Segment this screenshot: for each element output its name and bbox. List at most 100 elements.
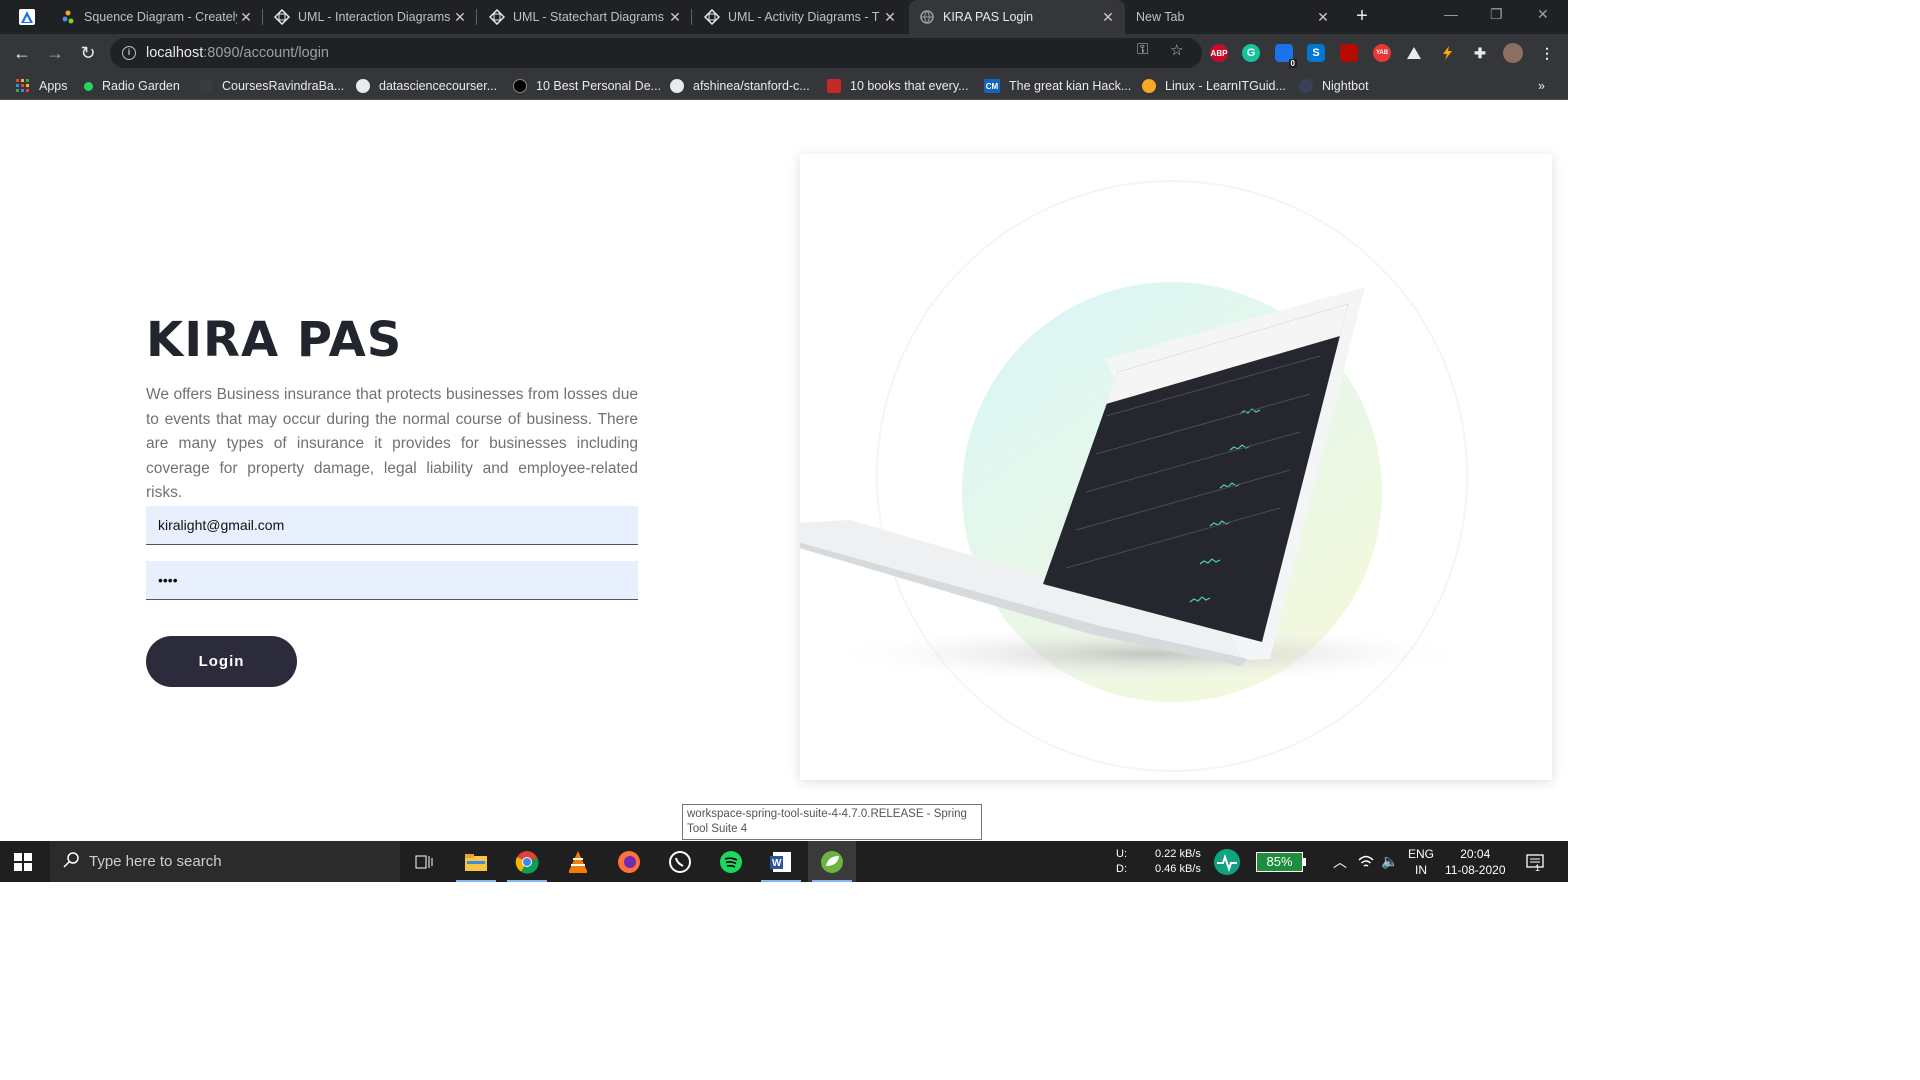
menu-kebab-icon[interactable]: ⋮ bbox=[1538, 44, 1556, 62]
volume-icon[interactable]: 🔈 bbox=[1381, 841, 1398, 882]
whatsapp-icon[interactable] bbox=[656, 841, 704, 882]
login-button[interactable]: Login bbox=[146, 636, 297, 687]
youtube-adblock-icon[interactable]: YAB bbox=[1373, 44, 1391, 62]
forward-button[interactable]: → bbox=[44, 42, 66, 64]
bookmark-10-best[interactable]: 10 Best Personal De... bbox=[513, 77, 661, 95]
close-icon[interactable]: ✕ bbox=[1314, 9, 1332, 26]
close-icon[interactable]: ✕ bbox=[451, 9, 469, 26]
battery-indicator[interactable]: 85% bbox=[1256, 841, 1306, 882]
restore-button[interactable]: ❐ bbox=[1490, 6, 1503, 23]
bookmark-label: datasciencecourser... bbox=[379, 79, 498, 93]
net-up-value: 0.22 kB/s bbox=[1155, 847, 1201, 860]
tab-kira-pas-login[interactable]: KIRA PAS Login ✕ bbox=[909, 0, 1125, 34]
login-page: KIRA PAS We offers Business insurance th… bbox=[0, 100, 1568, 841]
tab-separator bbox=[691, 9, 692, 25]
uml-icon bbox=[489, 9, 505, 25]
language-indicator[interactable]: ENG IN bbox=[1408, 841, 1434, 882]
tab-title: KIRA PAS Login bbox=[943, 10, 1034, 24]
close-window-button[interactable]: ✕ bbox=[1537, 6, 1549, 23]
taskbar-search-input[interactable]: Type here to search bbox=[50, 841, 400, 882]
bookmark-afshinea[interactable]: afshinea/stanford-c... bbox=[670, 77, 810, 95]
back-button[interactable]: ← bbox=[11, 42, 33, 64]
spotify-icon[interactable] bbox=[707, 841, 755, 882]
badge-count: 0 bbox=[1288, 59, 1297, 68]
net-up-label: U: bbox=[1116, 847, 1127, 860]
new-tab-button[interactable]: + bbox=[1352, 6, 1372, 26]
wifi-icon[interactable] bbox=[1358, 841, 1374, 882]
key-icon[interactable]: ⚿ bbox=[1137, 41, 1148, 58]
laptop-illustration bbox=[740, 180, 1480, 772]
bookmark-courses[interactable]: CoursesRavindraBa... bbox=[199, 77, 344, 95]
nightbot-icon bbox=[1299, 79, 1313, 93]
search-icon bbox=[63, 851, 79, 872]
url-text: localhost:8090/account/login bbox=[146, 45, 329, 61]
chrome-taskbar-icon[interactable] bbox=[503, 841, 551, 882]
extensions-puzzle-icon[interactable]: ✚ bbox=[1471, 44, 1489, 62]
bookmark-10-books[interactable]: 10 books that every... bbox=[827, 77, 969, 95]
password-field[interactable]: •••• bbox=[146, 561, 638, 600]
globe-icon bbox=[919, 9, 935, 25]
creately-icon bbox=[60, 9, 76, 25]
minimize-button[interactable]: — bbox=[1444, 6, 1458, 22]
browser-tab-strip: Squence Diagram - Creately ✕ UML - Inter… bbox=[0, 0, 1568, 34]
close-icon[interactable]: ✕ bbox=[237, 9, 255, 26]
apps-grid-icon bbox=[16, 79, 30, 93]
bookmark-nightbot[interactable]: Nightbot bbox=[1299, 77, 1369, 95]
skype-icon[interactable]: S bbox=[1307, 44, 1325, 62]
bookmarks-bar: Apps Radio Garden CoursesRavindraBa... d… bbox=[0, 72, 1568, 100]
reload-button[interactable]: ↻ bbox=[77, 42, 99, 64]
bookmark-label: Linux - LearnITGuid... bbox=[1165, 79, 1286, 93]
bookmark-datascience[interactable]: datasciencecourser... bbox=[356, 77, 497, 95]
activity-monitor-icon[interactable] bbox=[1213, 841, 1241, 882]
pdf-icon[interactable] bbox=[1340, 44, 1358, 62]
more-bookmarks-button[interactable]: » bbox=[1538, 77, 1545, 95]
cm-icon: CM bbox=[984, 79, 1000, 93]
spring-tool-suite-icon[interactable] bbox=[808, 841, 856, 882]
notification-center-icon[interactable]: 1 bbox=[1526, 841, 1544, 882]
clock-time: 20:04 bbox=[1460, 846, 1491, 861]
grammarly-icon[interactable]: G bbox=[1242, 44, 1260, 62]
tab-uml-activity[interactable]: UML - Activity Diagrams - T ✕ bbox=[694, 0, 907, 34]
mountain-icon[interactable] bbox=[1405, 44, 1423, 62]
lightning-icon[interactable] bbox=[1438, 44, 1456, 62]
extension-badge-icon[interactable]: 0 bbox=[1275, 44, 1297, 68]
bookmark-radio-garden[interactable]: Radio Garden bbox=[84, 77, 180, 95]
bookmark-label: 10 books that every... bbox=[850, 79, 969, 93]
profile-avatar[interactable] bbox=[1503, 43, 1523, 63]
windows-start-icon[interactable] bbox=[14, 853, 32, 871]
file-explorer-icon[interactable] bbox=[452, 841, 500, 882]
bookmark-linux[interactable]: Linux - LearnITGuid... bbox=[1142, 77, 1286, 95]
word-icon[interactable]: W bbox=[757, 841, 805, 882]
bookmark-kian-hack[interactable]: CM The great kian Hack... bbox=[984, 77, 1131, 95]
email-field[interactable]: kiralight@gmail.com bbox=[146, 506, 638, 545]
bookmark-star-icon[interactable]: ☆ bbox=[1170, 41, 1183, 59]
uml-icon bbox=[274, 9, 290, 25]
browser-toolbar: ← → ↻ i localhost:8090/account/login ⚿ ☆… bbox=[0, 34, 1568, 72]
site-info-icon[interactable]: i bbox=[122, 46, 136, 60]
tab-uml-statechart[interactable]: UML - Statechart Diagrams ✕ bbox=[479, 0, 692, 34]
svg-text:W: W bbox=[772, 858, 782, 869]
vlc-icon[interactable] bbox=[554, 841, 602, 882]
password-value: •••• bbox=[158, 572, 178, 588]
tab-uml-interaction[interactable]: UML - Interaction Diagrams ✕ bbox=[264, 0, 477, 34]
firefox-icon[interactable] bbox=[605, 841, 653, 882]
task-view-icon[interactable] bbox=[400, 841, 448, 882]
tab-separator bbox=[262, 9, 263, 25]
close-icon[interactable]: ✕ bbox=[881, 9, 899, 26]
show-hidden-icons[interactable]: ︿ bbox=[1333, 841, 1347, 882]
brand-description: We offers Business insurance that protec… bbox=[146, 386, 638, 501]
close-icon[interactable]: ✕ bbox=[666, 9, 684, 26]
bookmark-label: Radio Garden bbox=[102, 79, 180, 93]
tab-sequence-diagram[interactable]: Squence Diagram - Creately ✕ bbox=[50, 0, 263, 34]
address-bar[interactable]: i localhost:8090/account/login bbox=[110, 38, 1202, 68]
lang-region: IN bbox=[1415, 862, 1427, 877]
chrome-logo-icon[interactable] bbox=[19, 9, 35, 25]
tab-title: UML - Interaction Diagrams bbox=[298, 10, 451, 24]
tab-new-tab[interactable]: New Tab ✕ bbox=[1126, 0, 1340, 34]
bookmark-label: CoursesRavindraBa... bbox=[222, 79, 345, 93]
clock[interactable]: 20:04 11-08-2020 bbox=[1445, 841, 1506, 882]
medium-icon bbox=[513, 79, 527, 93]
close-icon[interactable]: ✕ bbox=[1099, 9, 1117, 26]
adblock-plus-icon[interactable]: ABP bbox=[1210, 44, 1228, 62]
bookmark-apps[interactable]: Apps bbox=[16, 77, 68, 95]
